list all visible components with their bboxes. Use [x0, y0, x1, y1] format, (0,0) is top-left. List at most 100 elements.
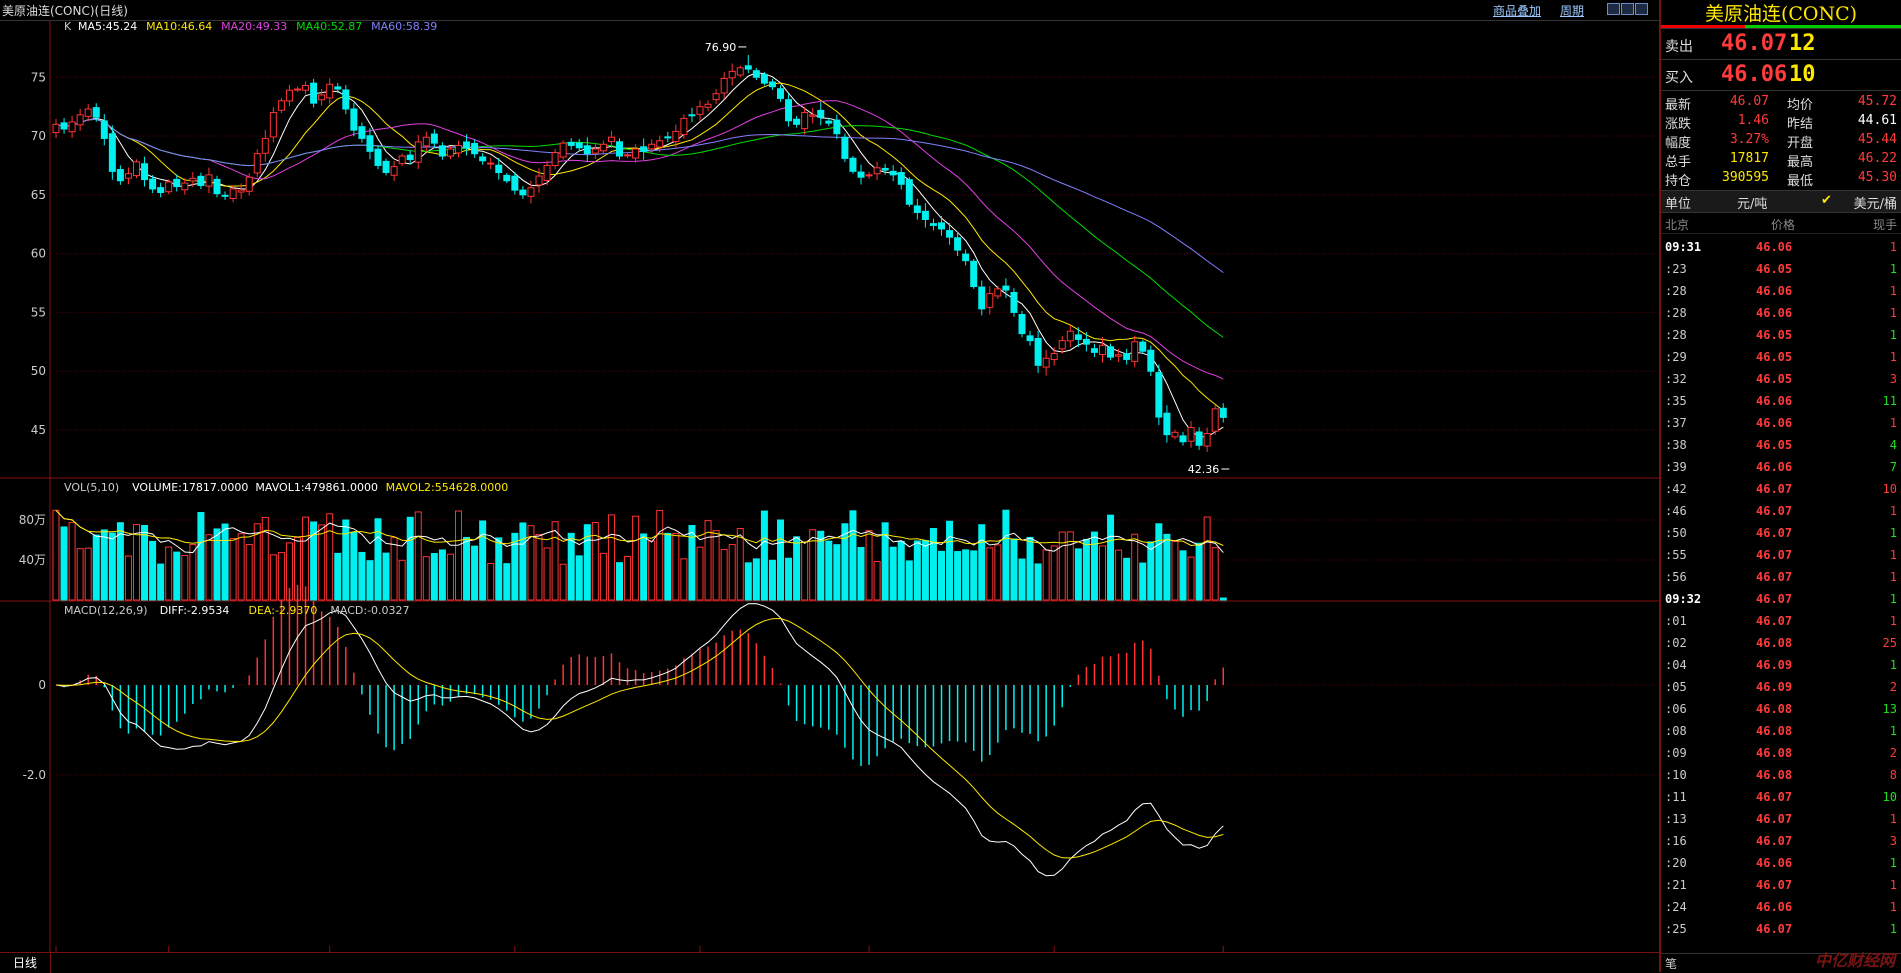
tick-row: :09 46.08 2 [1661, 742, 1901, 764]
tick-row: :39 46.06 7 [1661, 456, 1901, 478]
price-tick-label: 65 [31, 188, 46, 202]
candle [455, 144, 462, 154]
layout-3-button[interactable] [1635, 3, 1648, 15]
candle [1211, 408, 1219, 432]
tick-time: :04 [1665, 658, 1687, 672]
tick-time: :28 [1665, 284, 1687, 298]
candle [197, 175, 205, 186]
unit-label: 单位 [1665, 197, 1692, 212]
candle [350, 108, 358, 131]
volume-bar [245, 544, 253, 601]
tick-price: 46.05 [1756, 328, 1793, 342]
candle [229, 188, 237, 200]
bid-label: 买入 [1665, 70, 1693, 86]
volume-bar [318, 524, 326, 601]
volume-bar [994, 544, 1002, 601]
candle [1123, 353, 1131, 360]
candle [994, 288, 1002, 297]
candle [1115, 354, 1123, 357]
legend-item: MA20:49.33 [221, 20, 287, 33]
ask-label: 卖出 [1665, 39, 1693, 55]
stat-value: 45.44 [1857, 132, 1897, 147]
legend-k-label: K [64, 20, 72, 33]
instrument-name: 美原油连(CONC) [1704, 3, 1858, 25]
candle [181, 182, 189, 191]
tick-qty: 8 [1889, 768, 1897, 782]
tick-price: 46.06 [1756, 284, 1793, 298]
price-tick-label: 60 [31, 247, 46, 261]
candle [334, 86, 342, 90]
volume-bar [946, 520, 954, 601]
price-tick-label: 50 [31, 364, 46, 378]
volume-bar [414, 511, 422, 601]
tick-row: :32 46.05 3 [1661, 368, 1901, 390]
tick-time: :29 [1665, 350, 1687, 364]
stat-value: 390595 [1722, 170, 1769, 185]
unit-option-cny[interactable]: 元/吨 [1737, 193, 1767, 212]
ask-qty: 12 [1789, 31, 1816, 56]
legend-item: MAVOL2:554628.0000 [386, 481, 509, 494]
candle [68, 121, 76, 133]
tick-price: 46.09 [1756, 658, 1793, 672]
volume-bar [455, 510, 462, 601]
tick-time: :09 [1665, 746, 1687, 760]
candle [422, 136, 430, 147]
volume-bar [1203, 516, 1211, 601]
candle [503, 174, 511, 182]
volume-bar [479, 520, 487, 601]
volume-bar [165, 546, 173, 601]
volume-bar [326, 513, 334, 601]
macd-tick-label: -2.0 [23, 768, 46, 782]
volume-bar [100, 529, 108, 601]
instrument-title: 美原油连(CONC) [1661, 0, 1901, 29]
candle [1074, 334, 1082, 340]
candle [1203, 433, 1211, 447]
candle [382, 160, 390, 173]
candle [1099, 344, 1106, 356]
tick-price: 46.07 [1756, 834, 1793, 848]
candle [358, 126, 366, 139]
overlay-commodity-link[interactable]: 商品叠加 [1493, 2, 1541, 19]
candle [583, 145, 591, 155]
candle [511, 175, 519, 191]
volume-bar [1074, 548, 1082, 601]
candle [221, 194, 229, 197]
tick-mode-label[interactable]: 笔 [1665, 955, 1677, 972]
period-link[interactable]: 周期 [1560, 2, 1584, 19]
candle [326, 83, 334, 99]
stat-label: 最高 [1787, 155, 1814, 170]
tick-price: 46.05 [1756, 372, 1793, 386]
layout-2-button[interactable] [1621, 3, 1634, 15]
low-price-label: 42.36 [1188, 463, 1220, 476]
volume-bar [52, 509, 60, 601]
volume-bar [672, 533, 680, 601]
candle [624, 154, 632, 157]
tick-row: :01 46.07 1 [1661, 610, 1901, 632]
price-tick-label: 45 [31, 423, 46, 437]
stat-label: 最低 [1787, 174, 1814, 189]
candle [777, 88, 784, 99]
unit-option-usd[interactable]: 美元/桶 [1854, 193, 1897, 212]
volume-bar [591, 522, 599, 601]
volume-bar [970, 550, 978, 601]
volume-bar [648, 540, 656, 601]
tick-list[interactable]: 09:31 46.06 1:23 46.05 1:28 46.06 1:28 46.06 1:2… [1661, 236, 1901, 940]
candle [1171, 431, 1179, 438]
tick-qty: 4 [1889, 438, 1897, 452]
volume-bar [1026, 536, 1034, 601]
tick-qty: 1 [1889, 262, 1897, 276]
legend-item: MAVOL1:479861.0000 [255, 481, 378, 494]
candle [438, 145, 446, 157]
candle [285, 89, 293, 102]
candle [527, 187, 535, 197]
tick-qty: 25 [1882, 636, 1897, 650]
period-label[interactable]: 日线 [0, 953, 51, 973]
volume-bar [382, 552, 390, 601]
layout-1-button[interactable] [1607, 3, 1620, 15]
volume-bar [422, 556, 430, 601]
tick-qty: 1 [1889, 306, 1897, 320]
kline-chart[interactable]: 75 70 65 60 55 50 45 80万 40万 0 -2.0 76.90 42.36 K MA… [0, 20, 1659, 952]
tick-time: :39 [1665, 460, 1687, 474]
volume-bar [495, 537, 503, 601]
tick-time: :13 [1665, 812, 1687, 826]
